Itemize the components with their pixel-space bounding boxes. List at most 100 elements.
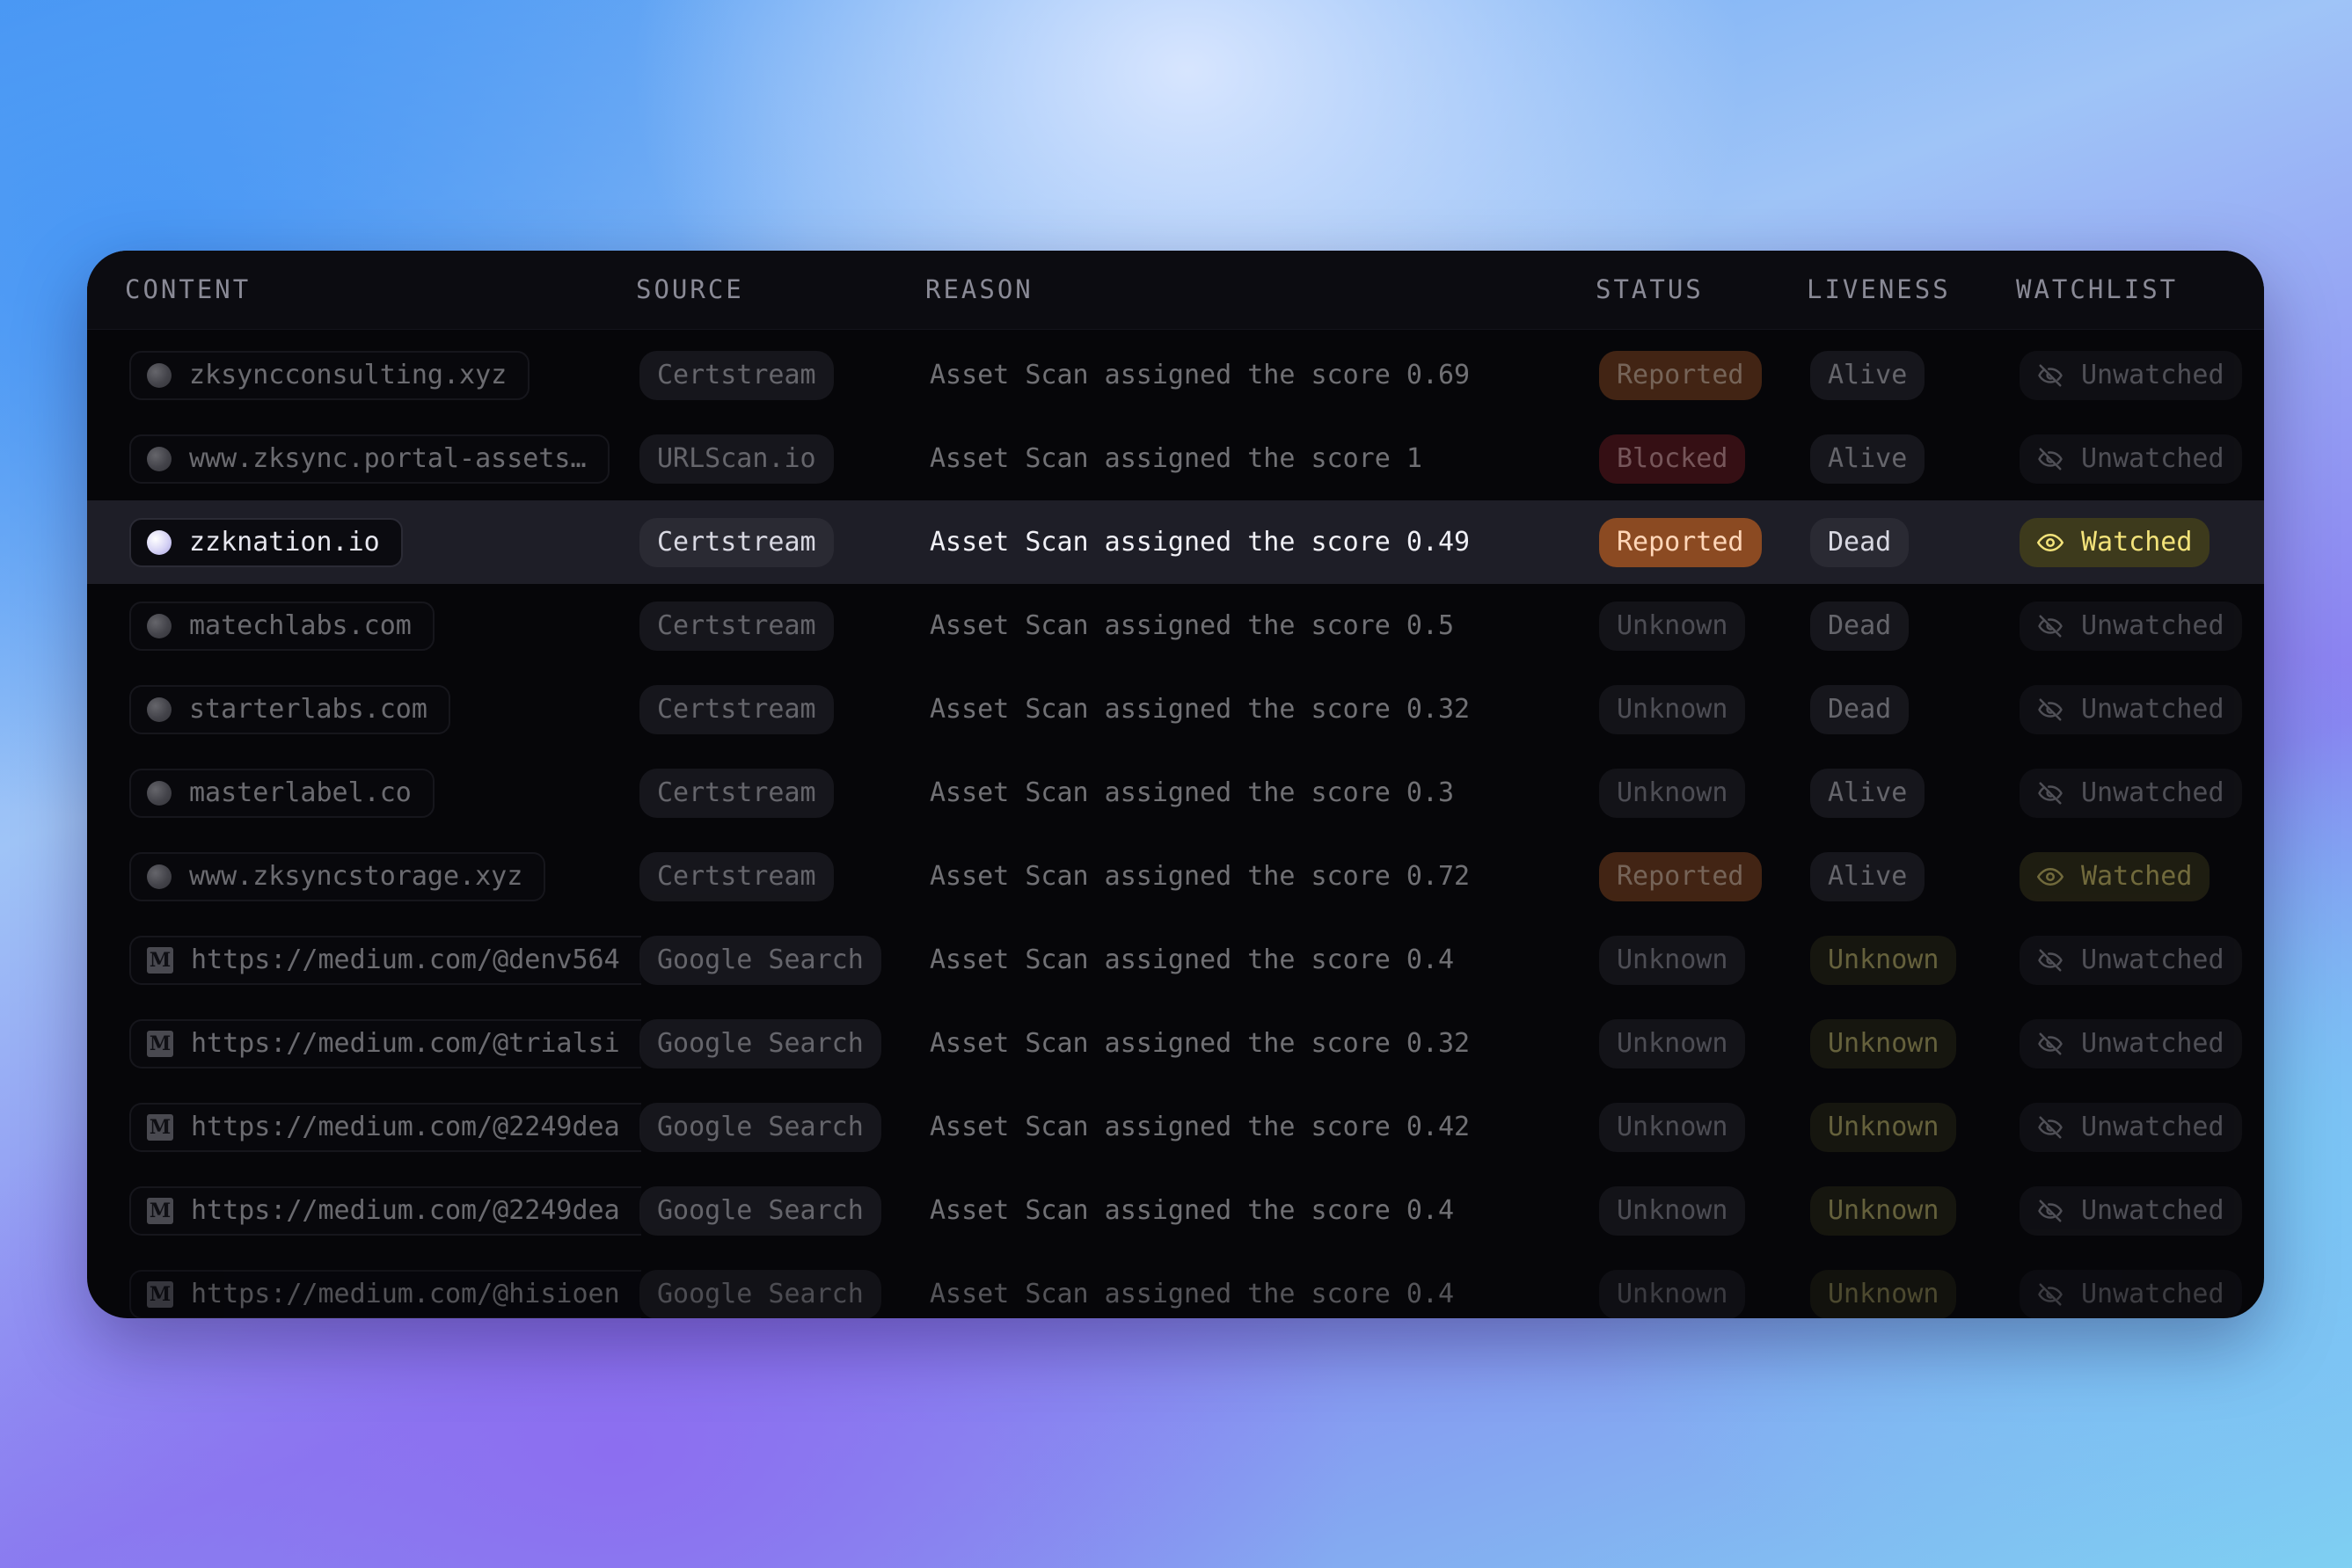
globe-icon — [147, 362, 172, 388]
liveness-badge: Unknown — [1810, 1269, 1957, 1318]
column-header-content[interactable]: CONTENT — [125, 251, 251, 329]
status-badge[interactable]: Unknown — [1599, 1269, 1746, 1318]
eye-off-icon — [2038, 1283, 2063, 1305]
watchlist-toggle[interactable]: Unwatched — [2020, 1102, 2242, 1152]
watchlist-toggle[interactable]: Unwatched — [2020, 350, 2242, 400]
content-text: masterlabel.co — [189, 777, 412, 808]
table-row[interactable]: www.zksyncstorage.xyz Certstream Asset S… — [87, 835, 2264, 918]
source-badge: Google Search — [639, 1102, 881, 1152]
table-header: CONTENT SOURCE REASON STATUS LIVENESS WA… — [87, 251, 2264, 330]
content-link[interactable]: starterlabs.com — [129, 684, 450, 734]
watchlist-toggle[interactable]: Unwatched — [2020, 434, 2242, 484]
liveness-badge: Alive — [1810, 434, 1925, 484]
status-badge[interactable]: Unknown — [1599, 768, 1746, 818]
liveness-badge: Alive — [1810, 350, 1925, 400]
liveness-badge: Unknown — [1810, 1185, 1957, 1236]
content-link[interactable]: M https://medium.com/@hisioen — [129, 1269, 641, 1318]
status-badge[interactable]: Unknown — [1599, 1018, 1746, 1068]
watchlist-label: Unwatched — [2081, 1112, 2224, 1142]
reason-cell: Asset Scan assigned the score 0.49 — [930, 500, 1470, 584]
column-header-watchlist[interactable]: WATCHLIST — [2016, 251, 2178, 329]
content-text: starterlabs.com — [189, 694, 427, 725]
watchlist-toggle[interactable]: Watched — [2020, 517, 2210, 567]
status-badge[interactable]: Reported — [1599, 350, 1762, 400]
table-row[interactable]: M https://medium.com/@2249dea Google Sea… — [87, 1169, 2264, 1252]
status-cell: Reported — [1599, 500, 1762, 584]
table-row[interactable]: zksyncconsulting.xyz Certstream Asset Sc… — [87, 333, 2264, 417]
reason-text: Asset Scan assigned the score 0.69 — [930, 360, 1471, 390]
column-header-status[interactable]: STATUS — [1596, 251, 1704, 329]
source-badge: Google Search — [639, 1018, 881, 1068]
table-row[interactable]: M https://medium.com/@2249dea Google Sea… — [87, 1085, 2264, 1169]
table-row[interactable]: M https://medium.com/@trialsi Google Sea… — [87, 1002, 2264, 1085]
liveness-badge: Dead — [1810, 684, 1910, 734]
content-link[interactable]: M https://medium.com/@denv564 — [129, 935, 641, 985]
watchlist-toggle[interactable]: Unwatched — [2020, 1185, 2242, 1236]
column-header-source[interactable]: SOURCE — [636, 251, 744, 329]
status-badge[interactable]: Unknown — [1599, 601, 1746, 651]
column-header-liveness[interactable]: LIVENESS — [1807, 251, 1951, 329]
watchlist-toggle[interactable]: Unwatched — [2020, 935, 2242, 985]
content-cell: M https://medium.com/@hisioen — [129, 1252, 694, 1318]
status-badge[interactable]: Reported — [1599, 517, 1762, 567]
column-header-reason[interactable]: REASON — [925, 251, 1034, 329]
table-row[interactable]: M https://medium.com/@denv564 Google Sea… — [87, 918, 2264, 1002]
watchlist-label: Unwatched — [2081, 1028, 2224, 1059]
content-link[interactable]: masterlabel.co — [129, 768, 435, 818]
liveness-badge: Dead — [1810, 517, 1910, 567]
source-badge: Certstream — [639, 684, 834, 734]
reason-text: Asset Scan assigned the score 0.42 — [930, 1112, 1471, 1142]
watchlist-toggle[interactable]: Unwatched — [2020, 768, 2242, 818]
watchlist-label: Watched — [2081, 527, 2193, 558]
table-row[interactable]: www.zksync.portal-assets… URLScan.io Ass… — [87, 417, 2264, 500]
globe-icon — [147, 864, 172, 889]
watchlist-toggle[interactable]: Unwatched — [2020, 1269, 2242, 1318]
watchlist-cell: Unwatched — [2020, 667, 2242, 751]
watchlist-toggle[interactable]: Unwatched — [2020, 1018, 2242, 1068]
content-text: https://medium.com/@denv564 — [191, 944, 620, 975]
status-badge[interactable]: Reported — [1599, 851, 1762, 901]
status-badge[interactable]: Unknown — [1599, 935, 1746, 985]
content-link[interactable]: M https://medium.com/@trialsi — [129, 1018, 641, 1068]
table-row[interactable]: M https://medium.com/@hisioen Google Sea… — [87, 1252, 2264, 1318]
content-text: https://medium.com/@2249dea — [191, 1112, 620, 1142]
liveness-cell: Unknown — [1810, 1252, 1957, 1318]
liveness-badge: Alive — [1810, 768, 1925, 818]
source-cell: Certstream — [639, 500, 834, 584]
content-link[interactable]: www.zksyncstorage.xyz — [129, 851, 546, 901]
reason-text: Asset Scan assigned the score 0.4 — [930, 1279, 1455, 1309]
status-badge[interactable]: Unknown — [1599, 684, 1746, 734]
content-text: https://medium.com/@trialsi — [191, 1028, 620, 1059]
content-link[interactable]: matechlabs.com — [129, 601, 435, 651]
watchlist-toggle[interactable]: Unwatched — [2020, 684, 2242, 734]
reason-cell: Asset Scan assigned the score 0.4 — [930, 1169, 1454, 1252]
status-badge[interactable]: Blocked — [1599, 434, 1746, 484]
watchlist-cell: Watched — [2020, 835, 2210, 918]
reason-cell: Asset Scan assigned the score 0.42 — [930, 1085, 1470, 1169]
content-link[interactable]: M https://medium.com/@2249dea — [129, 1102, 641, 1152]
table-row[interactable]: matechlabs.com Certstream Asset Scan ass… — [87, 584, 2264, 667]
row-container: zksyncconsulting.xyz Certstream Asset Sc… — [87, 333, 2264, 1318]
content-link[interactable]: M https://medium.com/@2249dea — [129, 1185, 641, 1236]
table-row[interactable]: zzknation.io Certstream Asset Scan assig… — [87, 500, 2264, 584]
content-link[interactable]: zzknation.io — [129, 517, 403, 567]
status-badge[interactable]: Unknown — [1599, 1185, 1746, 1236]
medium-icon: M — [147, 1197, 173, 1224]
liveness-cell: Unknown — [1810, 1169, 1957, 1252]
watchlist-toggle[interactable]: Unwatched — [2020, 601, 2242, 651]
table-row[interactable]: masterlabel.co Certstream Asset Scan ass… — [87, 751, 2264, 835]
content-cell: matechlabs.com — [129, 584, 694, 667]
results-table: CONTENT SOURCE REASON STATUS LIVENESS WA… — [87, 251, 2264, 1318]
watchlist-label: Unwatched — [2081, 443, 2224, 474]
watchlist-label: Unwatched — [2081, 1195, 2224, 1226]
source-cell: Certstream — [639, 835, 834, 918]
table-row[interactable]: starterlabs.com Certstream Asset Scan as… — [87, 667, 2264, 751]
content-link[interactable]: zksyncconsulting.xyz — [129, 350, 530, 400]
content-link[interactable]: www.zksync.portal-assets… — [129, 434, 610, 484]
content-text: https://medium.com/@hisioen — [191, 1279, 620, 1309]
reason-cell: Asset Scan assigned the score 1 — [930, 417, 1422, 500]
content-text: https://medium.com/@2249dea — [191, 1195, 620, 1226]
status-cell: Reported — [1599, 333, 1762, 417]
status-badge[interactable]: Unknown — [1599, 1102, 1746, 1152]
watchlist-toggle[interactable]: Watched — [2020, 851, 2210, 901]
